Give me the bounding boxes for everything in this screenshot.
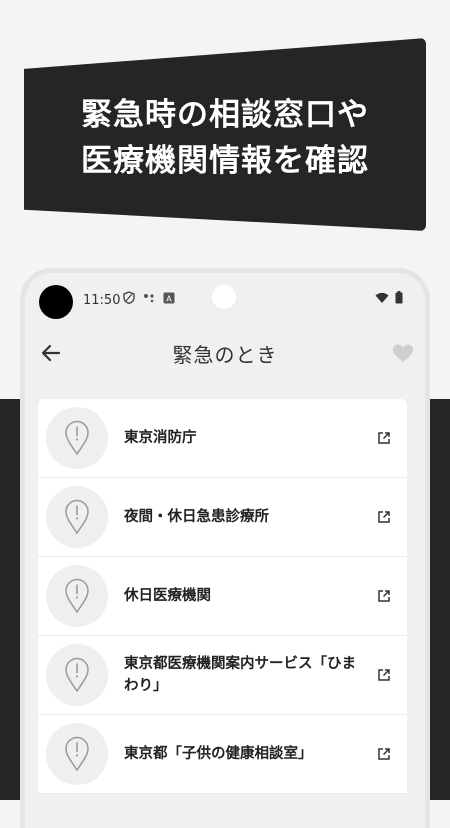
- external-link-icon[interactable]: [377, 747, 391, 761]
- svg-text:A: A: [166, 294, 172, 303]
- status-icons-right: [375, 291, 403, 304]
- translate-icon: A: [163, 292, 175, 303]
- list-item[interactable]: 東京消防庁: [38, 399, 407, 478]
- list-item[interactable]: 東京都医療機関案内サービス「ひまわり」: [38, 636, 407, 715]
- front-camera-notch: [212, 285, 236, 309]
- camera-cutout: [39, 285, 73, 319]
- external-link-icon[interactable]: [377, 668, 391, 682]
- page-title: 緊急のとき: [172, 343, 278, 367]
- list-item-label: 東京都「子供の健康相談室」: [124, 746, 313, 762]
- status-icons-left: A: [123, 291, 175, 304]
- external-link-icon[interactable]: [377, 589, 391, 603]
- status-time: 11:50: [83, 293, 121, 308]
- wifi-icon: [375, 292, 389, 303]
- map-pin-exclamation-icon: [46, 723, 108, 785]
- list-item-label: 東京消防庁: [124, 430, 197, 446]
- banner-line-1: 緊急時の相談窓口や: [81, 97, 369, 133]
- assistant-icon: [144, 293, 154, 302]
- banner-line-2: 医療機関情報を確認: [81, 143, 369, 179]
- list-item[interactable]: 東京都「子供の健康相談室」: [38, 715, 407, 794]
- phone-frame: 11:50 A 緊急のとき 東京消防庁 夜間・休日急患診療所 休日医療機関 東京…: [20, 268, 430, 828]
- list-item-label: 休日医療機関: [124, 588, 211, 604]
- external-link-icon[interactable]: [377, 431, 391, 445]
- list-item[interactable]: 休日医療機関: [38, 557, 407, 636]
- heart-icon[interactable]: [391, 341, 415, 365]
- status-bar: 11:50 A: [25, 273, 425, 321]
- list-item[interactable]: 夜間・休日急患診療所: [38, 478, 407, 557]
- list-item-label: 東京都医療機関案内サービス「ひまわり」: [124, 656, 356, 694]
- map-pin-exclamation-icon: [46, 486, 108, 548]
- banner-caption: 緊急時の相談窓口や 医療機関情報を確認: [0, 92, 450, 184]
- map-pin-exclamation-icon: [46, 407, 108, 469]
- map-pin-exclamation-icon: [46, 644, 108, 706]
- battery-icon: [395, 291, 403, 304]
- shield-icon: [123, 291, 135, 304]
- external-link-icon[interactable]: [377, 510, 391, 524]
- app-bar: 緊急のとき: [25, 331, 425, 375]
- emergency-contact-list: 東京消防庁 夜間・休日急患診療所 休日医療機関 東京都医療機関案内サービス「ひま…: [38, 399, 407, 794]
- map-pin-exclamation-icon: [46, 565, 108, 627]
- list-item-label: 夜間・休日急患診療所: [124, 509, 269, 525]
